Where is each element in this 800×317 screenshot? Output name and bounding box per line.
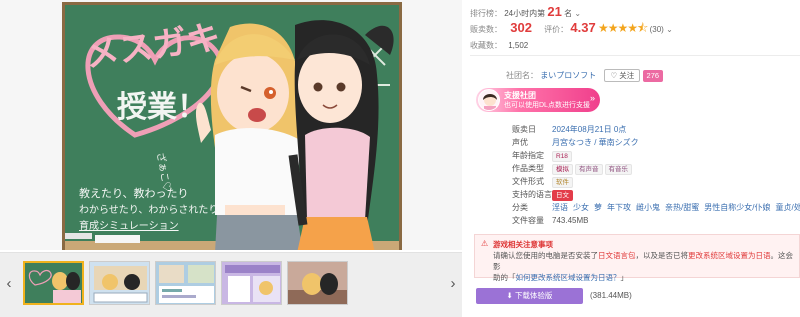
- follow-button[interactable]: ♡ 关注: [604, 69, 641, 82]
- language-label: 支持的语言: [512, 190, 552, 199]
- follow-count-badge: 276: [642, 70, 664, 82]
- main-image-area[interactable]: メスガキ 授業！ ざぁこ♡ 教えたり、教わったり わからせたり、わからされたり …: [0, 0, 462, 250]
- rating-label: 评价：: [544, 25, 569, 34]
- notice-text: 请确认您使用的电脑是否安装了: [493, 251, 598, 260]
- sales-rating-row: 贩卖数： 302 评价： 4.37 ★★★★⯪ (30) ⌄: [470, 19, 673, 40]
- file-format-tag[interactable]: 软件: [552, 177, 573, 188]
- ranking-label: 排行榜：: [470, 9, 502, 18]
- dark-hair-girl-figure: [288, 20, 394, 250]
- age-label: 年龄指定: [512, 151, 544, 160]
- circle-avatar: [478, 89, 500, 111]
- genre-link[interactable]: 年下攻: [607, 203, 631, 212]
- cover-artwork[interactable]: メスガキ 授業！ ざぁこ♡ 教えたり、教わったり わからせたり、わからされたり …: [62, 2, 402, 250]
- download-button-label: 下载体验版: [514, 291, 553, 300]
- locale-howto-link[interactable]: 如何更改系统区域设置为日语？: [516, 273, 621, 282]
- thumbnail-2[interactable]: [89, 261, 150, 305]
- rating-count[interactable]: (30): [650, 25, 664, 34]
- chevron-down-icon[interactable]: ⌄: [574, 9, 581, 18]
- product-info-panel: 排行榜： 24小时内第 21 名 ⌄ 贩卖数： 302 评价： 4.37 ★★★…: [470, 0, 800, 317]
- chevron-down-icon[interactable]: ⌄: [666, 25, 673, 34]
- circle-row: 社团名： まいプロソフト ♡ 关注 276: [506, 69, 664, 82]
- ranking-value: 21: [547, 4, 562, 19]
- notice-body: 请确认您使用的电脑是否安装了日文语言包，以及是否已将更改系统区域设置为日语。这会…: [493, 250, 799, 283]
- work-type-tag[interactable]: 有音乐: [604, 164, 632, 175]
- chevron-right-icon[interactable]: ›: [446, 274, 460, 294]
- cover-subtitle-3: 育成シミュレーション: [79, 219, 179, 232]
- notice-text: ，以及是否已将: [635, 251, 689, 260]
- product-page: メスガキ 授業！ ざぁこ♡ 教えたり、教わったり わからせたり、わからされたり …: [0, 0, 800, 317]
- work-type-tag[interactable]: 模拟: [552, 164, 573, 175]
- voice-actor-links[interactable]: 月宮なつき / 華南シズク: [552, 138, 639, 147]
- cover-illustration: メスガキ 授業！ ざぁこ♡ 教えたり、教わったり わからせたり、わからされたり …: [65, 18, 399, 250]
- download-trial-button[interactable]: ⬇ 下载体验版: [476, 288, 583, 304]
- download-icon: ⬇: [506, 291, 513, 300]
- language-tag[interactable]: 日文: [552, 190, 573, 201]
- genre-link[interactable]: 雌小鬼: [636, 203, 660, 212]
- genre-link[interactable]: 萝: [594, 203, 602, 212]
- ranking-suffix: 名: [564, 9, 573, 18]
- favorites-row: 收藏数： 1,502: [470, 40, 528, 51]
- divider: [470, 55, 800, 56]
- voice-label: 声优: [512, 138, 528, 147]
- warning-icon: ⚠: [481, 239, 489, 248]
- circle-name-link[interactable]: まいプロソフト: [540, 71, 596, 80]
- rating-value: 4.37: [570, 20, 596, 35]
- cover-chalk-note: ざぁこ♡: [154, 151, 174, 193]
- file-size-value: 743.45MB: [552, 216, 589, 225]
- genre-row: 分类 淫语少女萝年下攻雌小鬼亲热/甜蜜男性自称少女/仆娘童贞/处男: [470, 202, 800, 213]
- rating-stars: ★★★★⯪: [597, 21, 648, 35]
- language-row: 支持的语言 日文: [470, 189, 800, 201]
- thumbnail-1[interactable]: [23, 261, 84, 305]
- language-pack-link[interactable]: 日文语言包: [598, 251, 636, 260]
- cover-title-2: 授業！: [117, 91, 207, 124]
- notice-title: 游戏相关注意事项: [493, 240, 553, 249]
- genre-link[interactable]: 亲热/甜蜜: [665, 203, 699, 212]
- follow-label: 关注: [619, 71, 635, 80]
- age-rating-row: 年龄指定 R18: [470, 150, 800, 162]
- cover-subtitle-2: わからせたり、わからされたり: [79, 204, 218, 216]
- genre-label: 分类: [512, 203, 528, 212]
- favorites-label: 收藏数：: [470, 41, 502, 50]
- thumbnail-5[interactable]: [287, 261, 348, 305]
- release-date-row: 贩卖日 2024年08月21日 0点: [470, 124, 800, 135]
- file-size-label: 文件容量: [512, 216, 544, 225]
- thumbnail-4[interactable]: [221, 261, 282, 305]
- age-tag[interactable]: R18: [552, 151, 572, 162]
- cover-title-1: メスガキ: [83, 18, 223, 75]
- game-notice-box: ⚠ 游戏相关注意事项 请确认您使用的电脑是否安装了日文语言包，以及是否已将更改系…: [474, 234, 800, 282]
- work-type-row: 作品类型 模拟 有声音 有音乐: [470, 163, 800, 175]
- genre-link[interactable]: 童贞/处男: [775, 203, 800, 212]
- chevron-left-icon[interactable]: ‹: [2, 274, 16, 294]
- heart-icon: ♡: [610, 71, 618, 80]
- genre-link[interactable]: 男性自称少女/仆娘: [704, 203, 770, 212]
- notice-text: 」: [620, 273, 629, 282]
- file-size-row: 文件容量 743.45MB: [470, 215, 800, 226]
- genre-link[interactable]: 淫语: [552, 203, 568, 212]
- double-chevron-right-icon: »: [589, 93, 595, 103]
- file-format-row: 文件形式 软件: [470, 176, 800, 188]
- ranking-period: 24小时内第: [504, 9, 546, 18]
- release-date-link[interactable]: 2024年08月21日 0点: [552, 125, 626, 134]
- favorites-value: 1,502: [508, 41, 529, 50]
- ranking-row: 排行榜： 24小时内第 21 名 ⌄: [470, 4, 581, 19]
- sales-label: 贩卖数：: [470, 25, 502, 34]
- work-type-label: 作品类型: [512, 164, 544, 173]
- banner-subtitle: 也可以使用DL点数进行支援: [504, 102, 590, 109]
- genre-link[interactable]: 少女: [573, 203, 589, 212]
- release-label: 贩卖日: [512, 125, 536, 134]
- sales-value: 302: [510, 20, 532, 35]
- work-type-tag[interactable]: 有声音: [575, 164, 603, 175]
- cover-subtitle-1: 教えたり、教わったり: [79, 187, 189, 200]
- notice-text: 助的「: [493, 273, 516, 282]
- thumbnail-3[interactable]: [155, 261, 216, 305]
- file-format-label: 文件形式: [512, 177, 544, 186]
- circle-label: 社团名：: [506, 71, 538, 80]
- trial-file-size: (381.44MB): [590, 291, 632, 300]
- support-circle-banner[interactable]: 支援社团 也可以使用DL点数进行支援 »: [476, 88, 600, 112]
- voice-actor-row: 声优 月宮なつき / 華南シズク: [470, 137, 800, 148]
- locale-setting-link[interactable]: 更改系统区域设置为日语: [688, 251, 771, 260]
